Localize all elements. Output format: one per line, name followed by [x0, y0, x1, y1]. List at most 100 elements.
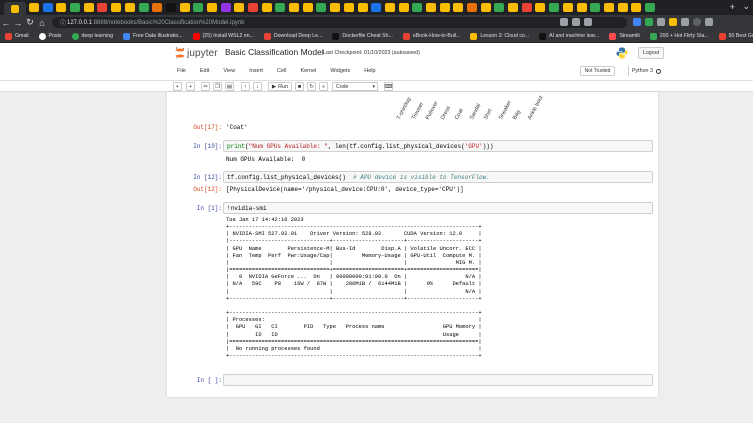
- browser-tab-favicon[interactable]: [494, 3, 505, 12]
- forward-icon[interactable]: →: [12, 18, 24, 28]
- browser-tab-favicon[interactable]: [549, 3, 560, 12]
- browser-tab-favicon[interactable]: [29, 3, 39, 12]
- paste-icon[interactable]: ▤: [225, 82, 234, 91]
- browser-tab-favicon[interactable]: [371, 3, 382, 12]
- browser-tab-favicon[interactable]: [111, 3, 122, 12]
- browser-tab-favicon[interactable]: [644, 3, 655, 12]
- browser-tab-favicon[interactable]: [138, 3, 149, 12]
- bookmark-item[interactable]: AI and machine lear...: [539, 32, 599, 40]
- browser-tab-favicon[interactable]: [261, 3, 272, 12]
- browser-tab-favicon[interactable]: [576, 3, 587, 12]
- browser-tab-favicon[interactable]: [343, 3, 354, 12]
- browser-tab-favicon[interactable]: [220, 3, 231, 12]
- back-icon[interactable]: ←: [0, 18, 12, 28]
- code-cell-input[interactable]: print("Num GPUs Available: ", len(tf.con…: [223, 140, 653, 152]
- browser-tab-favicon[interactable]: [439, 3, 450, 12]
- address-bar[interactable]: ⓘ 127.0.0.1:8888/notebooks/Basic%20Class…: [52, 17, 627, 28]
- puzzle-icon[interactable]: [681, 18, 689, 26]
- browser-tab-favicon[interactable]: [535, 3, 546, 12]
- not-trusted-indicator[interactable]: Not Trusted: [580, 66, 615, 76]
- menu-item-view[interactable]: View: [216, 68, 242, 74]
- browser-tab-favicon[interactable]: [234, 3, 245, 12]
- browser-tab-favicon[interactable]: [56, 3, 67, 12]
- restart-run-all-icon[interactable]: »: [319, 82, 328, 91]
- extension-icon[interactable]: [657, 18, 665, 26]
- menu-item-edit[interactable]: Edit: [193, 68, 216, 74]
- bookmark-item[interactable]: Posts: [38, 32, 62, 40]
- notebook-title[interactable]: Basic Classification Model: [225, 47, 324, 57]
- bookmark-item[interactable]: eBook-How-to-Buil...: [402, 32, 460, 40]
- browser-tab-favicon[interactable]: [562, 3, 573, 12]
- extension-icon[interactable]: [633, 18, 641, 26]
- browser-tab-favicon[interactable]: [603, 3, 614, 12]
- browser-tab-favicon[interactable]: [206, 3, 217, 12]
- browser-tab-favicon[interactable]: [480, 3, 491, 12]
- browser-tab-favicon[interactable]: [302, 3, 313, 12]
- bookmark-item[interactable]: Free Data Illustratio...: [122, 32, 183, 40]
- browser-tab-favicon[interactable]: [357, 3, 368, 12]
- browser-tab-favicon[interactable]: [124, 3, 135, 12]
- browser-tab-favicon[interactable]: [508, 3, 519, 12]
- copy-icon[interactable]: ❐: [213, 82, 222, 91]
- bookmark-star-icon[interactable]: [584, 18, 592, 26]
- active-tab[interactable]: [4, 2, 26, 15]
- browser-tab-favicon[interactable]: [398, 3, 409, 12]
- interrupt-icon[interactable]: ■: [295, 82, 304, 91]
- insert-cell-icon[interactable]: +: [186, 82, 195, 91]
- menu-kebab-icon[interactable]: [705, 18, 713, 26]
- browser-tab-favicon[interactable]: [453, 3, 464, 12]
- browser-tab-favicon[interactable]: [467, 3, 477, 12]
- share-icon[interactable]: [572, 18, 580, 26]
- bookmark-item[interactable]: Lesson 3: Cloud co...: [470, 32, 529, 40]
- browser-tab-favicon[interactable]: [152, 3, 163, 12]
- code-cell-input[interactable]: tf.config.list_physical_devices() # APU …: [223, 171, 653, 183]
- browser-tab-favicon[interactable]: [165, 3, 176, 12]
- bookmark-item[interactable]: 200 + Hot Flirty Sta...: [649, 32, 709, 40]
- browser-tab-favicon[interactable]: [617, 3, 628, 12]
- run-button[interactable]: ▶ Run: [268, 82, 292, 91]
- extension-icon[interactable]: [645, 18, 653, 26]
- menu-item-file[interactable]: File: [170, 68, 193, 74]
- reload-icon[interactable]: ↻: [24, 17, 36, 28]
- extension-icon[interactable]: [669, 18, 677, 26]
- browser-tab-favicon[interactable]: [248, 3, 258, 12]
- menu-item-help[interactable]: Help: [357, 68, 382, 74]
- move-down-icon[interactable]: ↓: [253, 82, 262, 91]
- browser-tab-favicon[interactable]: [42, 3, 53, 12]
- code-cell-input[interactable]: !nvidia-smi: [223, 202, 653, 214]
- browser-tab-favicon[interactable]: [289, 3, 300, 12]
- move-up-icon[interactable]: ↑: [241, 82, 250, 91]
- bookmark-item[interactable]: 50 Best Good Mornin...: [718, 32, 753, 40]
- bookmark-item[interactable]: Download Deep Le...: [263, 32, 322, 40]
- browser-tab-favicon[interactable]: [83, 3, 94, 12]
- menu-item-insert[interactable]: Insert: [242, 68, 270, 74]
- bookmark-item[interactable]: Dockerfile Cheat Sh...: [332, 32, 393, 40]
- site-info-icon[interactable]: ⓘ: [59, 18, 67, 27]
- cell-type-select[interactable]: Code ▾: [332, 82, 378, 91]
- browser-tab-favicon[interactable]: [70, 3, 81, 12]
- tab-search-icon[interactable]: ⌄: [742, 1, 750, 12]
- menu-item-cell[interactable]: Cell: [270, 68, 293, 74]
- logout-button[interactable]: Logout: [638, 47, 664, 59]
- browser-tab-favicon[interactable]: [521, 3, 532, 12]
- new-tab-icon[interactable]: +: [730, 2, 735, 12]
- browser-tab-favicon[interactable]: [275, 3, 286, 12]
- browser-tab-favicon[interactable]: [97, 3, 108, 12]
- jupyter-logo[interactable]: jupyter: [175, 46, 223, 60]
- empty-code-cell-input[interactable]: [223, 374, 653, 386]
- browser-tab-favicon[interactable]: [330, 3, 341, 12]
- restart-icon[interactable]: ↻: [307, 82, 316, 91]
- browser-tab-favicon[interactable]: [631, 3, 642, 12]
- menu-item-widgets[interactable]: Widgets: [323, 68, 357, 74]
- browser-tab-favicon[interactable]: [384, 3, 395, 12]
- bookmark-item[interactable]: Gmail: [5, 32, 29, 40]
- save-icon[interactable]: ▪: [173, 82, 182, 91]
- menu-item-kernel[interactable]: Kernel: [293, 68, 323, 74]
- browser-tab-favicon[interactable]: [425, 3, 436, 12]
- zoom-icon[interactable]: [560, 18, 568, 26]
- bookmark-item[interactable]: (25) Install WSL2 on...: [192, 32, 254, 40]
- browser-tab-favicon[interactable]: [179, 3, 190, 12]
- browser-tab-favicon[interactable]: [193, 3, 204, 12]
- cut-icon[interactable]: ✂: [201, 82, 210, 91]
- browser-tab-favicon[interactable]: [590, 3, 601, 12]
